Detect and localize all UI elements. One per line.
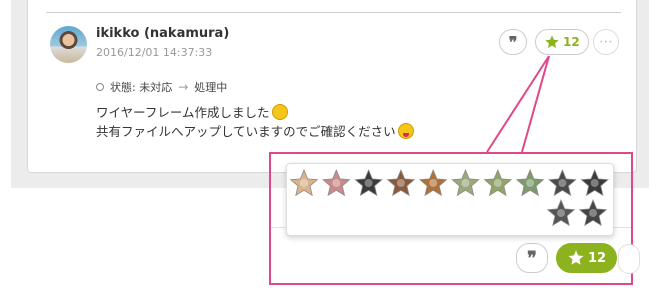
stargazer-face	[300, 179, 308, 187]
stargazer-face	[461, 179, 470, 187]
quote-icon: ❞	[527, 247, 537, 269]
stargazer-face	[558, 179, 567, 187]
stargazer-face	[589, 209, 597, 217]
stargazer-face	[493, 179, 502, 187]
stargazer-face	[526, 179, 535, 187]
stargazer-face	[590, 179, 599, 187]
more-options-button[interactable]	[618, 244, 640, 274]
stargazer-face	[396, 179, 405, 187]
star-button-zoomed[interactable]: 12	[556, 243, 618, 273]
stargazer-face	[332, 179, 341, 187]
stargazer-face	[364, 179, 373, 187]
star-icon	[568, 250, 584, 265]
star-count: 12	[588, 250, 607, 266]
stargazer-face	[429, 179, 438, 187]
quote-button-zoomed[interactable]: ❞	[516, 243, 548, 273]
stargazer-face	[557, 209, 565, 217]
